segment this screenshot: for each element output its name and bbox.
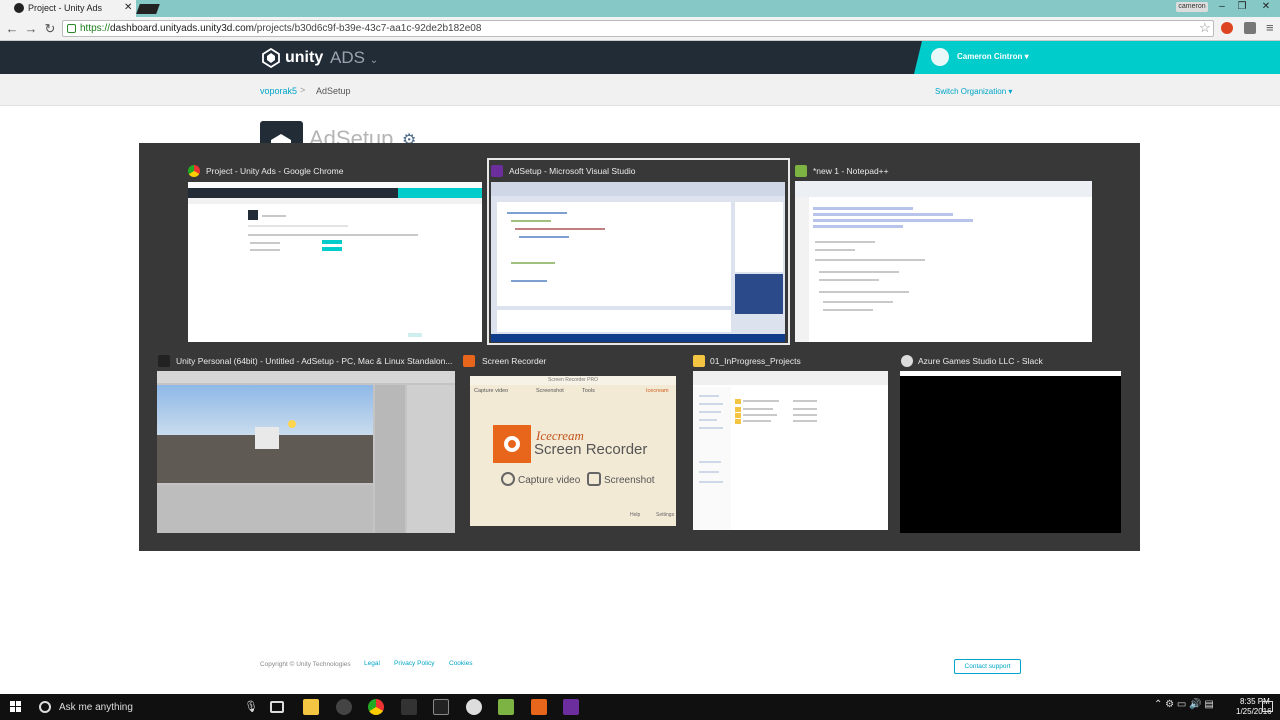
unity-logo-text[interactable]: unity: [285, 49, 323, 67]
switch-organization-link[interactable]: Switch Organization ▾: [935, 87, 1012, 96]
window-thumbnail: [491, 182, 785, 342]
window-title: AdSetup - Microsoft Visual Studio: [509, 166, 636, 176]
footer-privacy-link[interactable]: Privacy Policy: [394, 660, 434, 667]
window-title: Screen Recorder: [482, 356, 547, 366]
breadcrumb: voporak5 > AdSetup Switch Organization ▾: [0, 74, 1280, 106]
address-url: https://dashboard.unityads.unity3d.com/p…: [80, 23, 482, 34]
recorder-capture-video: Capture video: [518, 475, 581, 486]
minimize-icon[interactable]: –: [1214, 1, 1230, 12]
slack-icon: [901, 355, 913, 367]
windows-taskbar: Ask me anything 🎙 ⌃ ⚙ ▭ 🔊 ▤ 8:35 PM 1/25…: [0, 694, 1280, 720]
switcher-window-chrome[interactable]: Project - Unity Ads - Google Chrome: [188, 163, 482, 343]
close-window-icon[interactable]: ✕: [1258, 1, 1274, 12]
recorder-settings: Settings: [656, 512, 675, 518]
screen-recorder-icon: [463, 355, 475, 367]
chrome-menu-icon[interactable]: ≡: [1266, 20, 1274, 35]
recorder-small-tools: Tools: [582, 388, 595, 394]
system-tray[interactable]: ⌃ ⚙ ▭ 🔊 ▤: [1154, 699, 1214, 710]
lock-icon: [67, 24, 76, 33]
maximize-icon[interactable]: ❐: [1234, 1, 1250, 12]
browser-toolbar: ← → ↻ https://dashboard.unityads.unity3d…: [0, 17, 1280, 41]
window-thumbnail: Screen Recorder PRO Capture video Screen…: [470, 376, 676, 526]
breadcrumb-org-link[interactable]: voporak5: [260, 86, 297, 96]
slack-icon[interactable]: [466, 699, 482, 715]
browser-tab-strip: Project - Unity Ads ✕ cameron – ❐ ✕: [0, 0, 1280, 17]
recorder-small-brand: Icecream: [646, 388, 669, 394]
window-thumbnail: [900, 371, 1121, 533]
visual-studio-icon: [491, 165, 503, 177]
tab-close-button[interactable]: ✕: [124, 2, 132, 13]
product-switcher[interactable]: ADS ⌄: [330, 48, 378, 68]
unity-header: unity ADS ⌄ Cameron Cintron ▾: [0, 41, 1280, 74]
user-menu[interactable]: Cameron Cintron ▾: [914, 41, 1280, 74]
browser-tab[interactable]: Project - Unity Ads ✕: [0, 0, 136, 17]
window-title: *new 1 - Notepad++: [813, 166, 889, 176]
window-thumbnail: [188, 182, 482, 342]
forward-icon[interactable]: →: [24, 21, 38, 36]
bookmark-star-icon[interactable]: ☆: [1199, 20, 1211, 36]
contact-support-button[interactable]: Contact support: [954, 659, 1021, 674]
unity-icon[interactable]: [401, 699, 417, 715]
task-switcher: Project - Unity Ads - Google Chrome AdSe…: [139, 143, 1140, 551]
switcher-window-visual-studio[interactable]: AdSetup - Microsoft Visual Studio: [491, 163, 787, 343]
switcher-window-unity[interactable]: Unity Personal (64bit) - Untitled - AdSe…: [157, 354, 455, 534]
breadcrumb-separator: >: [300, 85, 306, 95]
window-thumbnail: [157, 371, 455, 533]
capture-video-icon: [501, 472, 515, 486]
screen-recorder-icon[interactable]: [531, 699, 547, 715]
back-icon[interactable]: ←: [5, 21, 19, 36]
window-title: Unity Personal (64bit) - Untitled - AdSe…: [176, 356, 453, 366]
microphone-icon[interactable]: 🎙: [244, 700, 258, 713]
cortana-icon: [39, 701, 51, 713]
unity-icon: [158, 355, 170, 367]
epic-games-icon[interactable]: [433, 699, 449, 715]
file-explorer-icon[interactable]: [303, 699, 319, 715]
extension-opera-icon[interactable]: [1221, 22, 1233, 34]
notepad-plus-plus-icon: [795, 165, 807, 177]
recorder-brand-line2: Screen Recorder: [534, 441, 648, 458]
recorder-help: Help: [630, 512, 641, 518]
notepad-plus-plus-icon[interactable]: [498, 699, 514, 715]
switcher-window-explorer[interactable]: 01_InProgress_Projects: [692, 354, 888, 534]
visual-studio-icon[interactable]: [563, 699, 579, 715]
avatar: [931, 48, 949, 66]
windows-start-icon[interactable]: [10, 701, 22, 713]
footer-cookies-link[interactable]: Cookies: [449, 660, 472, 667]
switcher-window-notepad-plus-plus[interactable]: *new 1 - Notepad++: [795, 163, 1092, 343]
app-icon[interactable]: [336, 699, 352, 715]
reload-icon[interactable]: ↻: [43, 21, 57, 37]
action-center-icon[interactable]: [1262, 701, 1273, 712]
user-name: Cameron Cintron ▾: [957, 52, 1029, 61]
recorder-window-title: Screen Recorder PRO: [470, 376, 676, 385]
unity-logo-icon[interactable]: [261, 48, 281, 68]
browser-tab-title: Project - Unity Ads: [28, 3, 103, 13]
chrome-icon[interactable]: [368, 699, 384, 715]
unity-favicon-icon: [14, 3, 24, 13]
window-title: Azure Games Studio LLC - Slack: [918, 356, 1043, 366]
camera-icon: [587, 472, 601, 486]
recorder-logo-icon: [493, 425, 531, 463]
cortana-search-box[interactable]: Ask me anything 🎙: [32, 694, 260, 720]
switcher-window-screen-recorder[interactable]: Screen Recorder Screen Recorder PRO Capt…: [463, 354, 678, 530]
footer-legal-link[interactable]: Legal: [364, 660, 380, 667]
window-title: 01_InProgress_Projects: [710, 356, 801, 366]
footer-copyright: Copyright © Unity Technologies: [260, 661, 351, 668]
window-title: Project - Unity Ads - Google Chrome: [206, 166, 344, 176]
extension-icon[interactable]: [1244, 22, 1256, 34]
task-view-icon[interactable]: [270, 701, 284, 713]
breadcrumb-current: AdSetup: [316, 86, 351, 96]
address-bar[interactable]: https://dashboard.unityads.unity3d.com/p…: [62, 20, 1214, 37]
search-placeholder: Ask me anything: [59, 702, 133, 713]
new-tab-button[interactable]: [136, 4, 160, 14]
window-thumbnail: [795, 181, 1092, 342]
chrome-icon: [188, 165, 200, 177]
profile-button[interactable]: cameron: [1176, 2, 1208, 12]
folder-icon: [693, 355, 705, 367]
switcher-window-slack[interactable]: Azure Games Studio LLC - Slack: [900, 354, 1122, 534]
recorder-small-screenshot: Screenshot: [536, 388, 564, 394]
recorder-screenshot: Screenshot: [604, 475, 655, 486]
recorder-small-capture: Capture video: [474, 388, 509, 394]
window-thumbnail: [693, 371, 888, 530]
